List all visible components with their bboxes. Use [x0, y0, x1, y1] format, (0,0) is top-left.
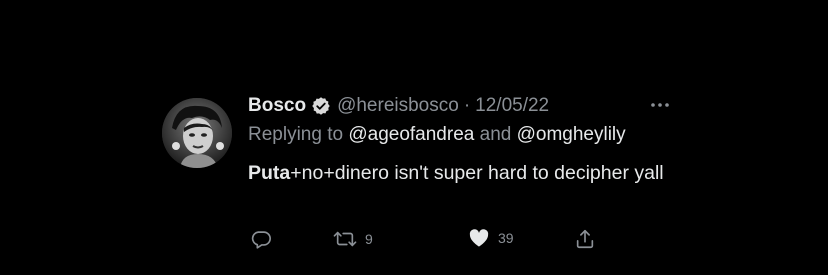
like-count: 39 [498, 230, 514, 246]
heart-icon [468, 228, 490, 248]
avatar[interactable] [162, 98, 232, 168]
retweet-count: 9 [365, 231, 373, 247]
tweet-text-bold: Puta [248, 162, 291, 184]
replying-prefix: Replying to [248, 124, 344, 145]
user-handle[interactable]: @hereisbosco [337, 95, 459, 117]
tweet-actions: 9 39 [248, 228, 668, 252]
separator-dot: · [463, 95, 471, 116]
reply-button[interactable] [250, 228, 272, 250]
replying-to-line: Replying to @ageofandrea and @omgheylily [248, 124, 626, 146]
more-horizontal-icon[interactable] [648, 98, 672, 112]
reply-icon [250, 228, 272, 250]
tweet[interactable]: Bosco @hereisbosco · 12/05/22 Replying t… [162, 88, 682, 263]
reply-mention-link[interactable]: @ageofandrea [348, 124, 474, 145]
retweet-button[interactable]: 9 [333, 228, 373, 250]
share-button[interactable] [574, 228, 596, 250]
tweet-text: Puta+no+dinero isn't super hard to decip… [248, 159, 668, 187]
share-icon [574, 228, 596, 250]
reply-and-text: and [479, 124, 512, 145]
verified-badge-icon [311, 96, 331, 116]
like-button[interactable]: 39 [468, 228, 514, 248]
retweet-icon [333, 228, 357, 250]
reply-mention-link[interactable]: @omgheylily [517, 124, 626, 145]
avatar-image [162, 98, 232, 168]
tweet-date[interactable]: 12/05/22 [475, 95, 549, 117]
display-name[interactable]: Bosco [248, 95, 306, 117]
tweet-text-rest: +no+dinero isn't super hard to decipher … [290, 162, 664, 184]
tweet-header: Bosco @hereisbosco · 12/05/22 [248, 94, 549, 118]
